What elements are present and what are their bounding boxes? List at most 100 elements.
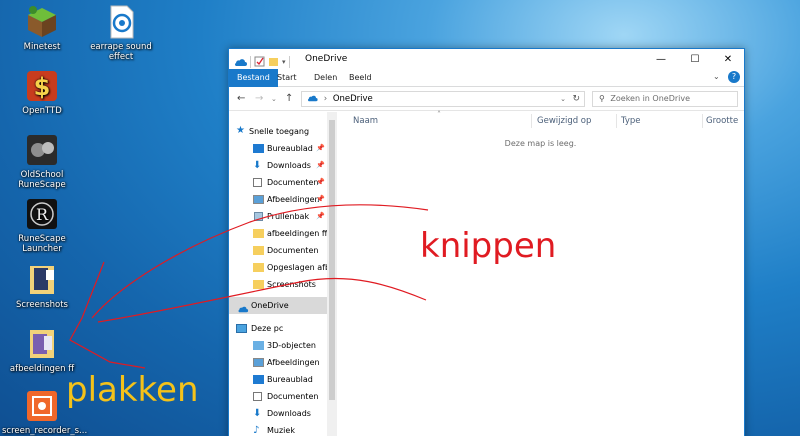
openttd-icon: $ (24, 68, 60, 104)
column-header-type[interactable]: Type (621, 116, 641, 126)
recycle-bin-icon (254, 212, 263, 221)
desktop-icon-openttd[interactable]: $ OpenTTD (2, 68, 82, 116)
nav-this-pc[interactable]: Deze pc (229, 320, 327, 337)
oldschool-runescape-icon (24, 132, 60, 168)
help-icon[interactable]: ? (728, 71, 740, 83)
onedrive-icon (236, 302, 249, 313)
nav-pc-3d-objecten[interactable]: 3D-objecten (229, 337, 327, 354)
nav-folder-documenten[interactable]: Documenten (229, 242, 327, 259)
search-icon: ⚲ (599, 94, 605, 103)
address-bar-row: ← → ⌄ ↑ › OneDrive ⌄ ↻ ⚲ Zoeken in OneDr… (229, 87, 744, 111)
tab-delen[interactable]: Delen (306, 69, 345, 87)
desktop-icon-afbeeldingen-ff[interactable]: afbeeldingen ff (2, 326, 82, 374)
nav-pc-muziek[interactable]: ♪ Muziek (229, 422, 327, 436)
column-divider[interactable] (702, 114, 703, 128)
nav-onedrive[interactable]: OneDrive (229, 297, 327, 314)
folder-icon (253, 263, 264, 272)
title-bar[interactable]: ▾ OneDrive — ☐ ✕ (229, 49, 744, 69)
desktop-icon-label: Screenshots (15, 300, 68, 310)
address-dropdown-icon[interactable]: ⌄ (560, 92, 566, 106)
scrollbar-thumb[interactable] (329, 120, 335, 400)
nav-quick-afbeeldingen[interactable]: Afbeeldingen 📌 (229, 191, 327, 208)
desktop-icon-oldschool-runescape[interactable]: OldSchool RuneScape (2, 132, 82, 190)
svg-text:R: R (36, 205, 49, 224)
3d-objects-icon (253, 341, 264, 350)
nav-pc-bureaublad[interactable]: Bureaublad (229, 371, 327, 388)
paste-annotation-text: plakken (66, 370, 199, 410)
nav-pc-downloads[interactable]: ⬇ Downloads (229, 405, 327, 422)
navigation-scrollbar[interactable] (327, 112, 337, 436)
pin-icon: 📌 (316, 161, 325, 169)
pin-icon: 📌 (316, 178, 325, 186)
folder-icon (253, 229, 264, 238)
navigation-pane: ★ Snelle toegang Bureaublad 📌 ⬇ Download… (229, 112, 337, 436)
customize-toolbar-icon[interactable]: ▾ (282, 58, 286, 66)
refresh-icon[interactable]: ↻ (572, 92, 580, 106)
documents-icon (253, 178, 262, 187)
empty-folder-message: Deze map is leeg. (504, 139, 577, 148)
pictures-icon (253, 195, 264, 204)
desktop-icon-screenshots[interactable]: Screenshots (2, 262, 82, 310)
up-arrow-icon[interactable]: ↑ (285, 93, 293, 104)
search-input[interactable]: ⚲ Zoeken in OneDrive (592, 91, 738, 107)
desktop-icon (253, 144, 264, 153)
cut-annotation-text: knippen (420, 226, 557, 266)
pictures-icon (253, 358, 264, 367)
column-divider[interactable] (531, 114, 532, 128)
desktop-icon-label: OpenTTD (22, 106, 62, 116)
desktop-icon-earrape[interactable]: earrape sound effect (81, 4, 161, 62)
address-path[interactable]: › OneDrive ⌄ ↻ (301, 91, 585, 107)
folder-icon (24, 326, 60, 362)
minimize-button[interactable]: — (644, 49, 678, 69)
desktop-icon-minetest[interactable]: Minetest (2, 4, 82, 52)
file-list[interactable]: Naam ˄ Gewijzigd op Type Grootte Deze ma… (337, 110, 744, 436)
pin-icon: 📌 (316, 195, 325, 203)
back-arrow-icon[interactable]: ← (237, 93, 245, 104)
nav-pc-documenten[interactable]: Documenten (229, 388, 327, 405)
breadcrumb-onedrive[interactable]: OneDrive (333, 94, 373, 104)
folder-icon (253, 280, 264, 289)
close-button[interactable]: ✕ (711, 49, 745, 69)
download-icon: ⬇ (253, 160, 262, 171)
documents-icon (253, 392, 262, 401)
desktop-icon-label: OldSchool RuneScape (18, 170, 66, 190)
nav-quick-bureaublad[interactable]: Bureaublad 📌 (229, 140, 327, 157)
nav-quick-prullenbak[interactable]: Prullenbak 📌 (229, 208, 327, 225)
chevron-right-icon[interactable]: › (324, 94, 327, 104)
tab-beeld[interactable]: Beeld (341, 69, 380, 87)
runescape-launcher-icon: R (24, 196, 60, 232)
nav-folder-opgeslagen[interactable]: Opgeslagen afbe (229, 259, 327, 276)
window-title: OneDrive (305, 54, 348, 64)
audio-file-icon (103, 4, 139, 40)
nav-pc-afbeeldingen[interactable]: Afbeeldingen (229, 354, 327, 371)
column-header-gewijzigd[interactable]: Gewijzigd op (537, 116, 591, 126)
nav-quick-documenten[interactable]: Documenten 📌 (229, 174, 327, 191)
pin-icon: 📌 (316, 212, 325, 220)
onedrive-icon (306, 93, 318, 107)
tab-start[interactable]: Start (269, 69, 305, 87)
column-header-naam[interactable]: Naam (353, 116, 378, 126)
nav-quick-access[interactable]: ★ Snelle toegang (229, 123, 327, 140)
column-divider[interactable] (616, 114, 617, 128)
nav-quick-downloads[interactable]: ⬇ Downloads 📌 (229, 157, 327, 174)
music-icon: ♪ (253, 425, 260, 436)
desktop-icon-label: screen_recorder_s... (2, 426, 88, 436)
folder-icon (253, 246, 264, 255)
star-icon: ★ (236, 125, 245, 136)
column-header-grootte[interactable]: Grootte (706, 116, 738, 126)
nav-folder-afbeeldingen-ff[interactable]: afbeeldingen ff (229, 225, 327, 242)
desktop-icon (253, 375, 264, 384)
recent-locations-icon[interactable]: ⌄ (271, 95, 277, 103)
divider (250, 55, 251, 68)
sort-ascending-icon: ˄ (437, 110, 441, 119)
desktop-icon-runescape-launcher[interactable]: R RuneScape Launcher (2, 196, 82, 254)
nav-folder-screenshots[interactable]: Screenshots (229, 276, 327, 293)
download-icon: ⬇ (253, 408, 262, 419)
expand-ribbon-icon[interactable]: ⌄ (713, 72, 720, 81)
desktop-icon-label: RuneScape Launcher (18, 234, 66, 254)
screen-recorder-icon (24, 388, 60, 424)
svg-text:$: $ (34, 73, 51, 101)
computer-icon (236, 324, 247, 333)
forward-arrow-icon[interactable]: → (255, 93, 263, 104)
maximize-button[interactable]: ☐ (678, 49, 712, 69)
